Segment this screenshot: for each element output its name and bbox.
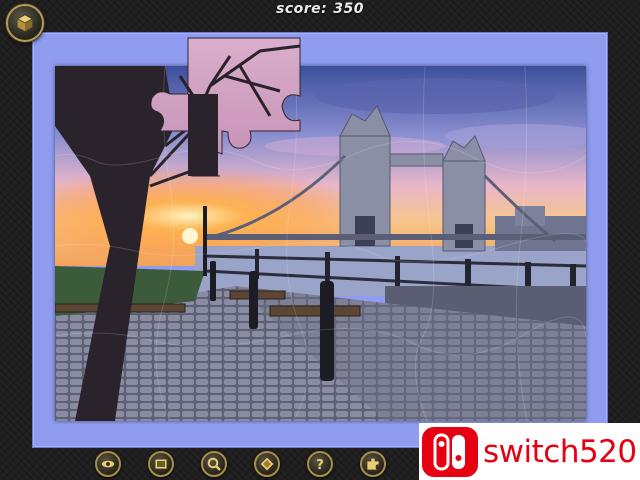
toolbar-button-puzzle-piece[interactable] [360, 451, 386, 477]
toolbar-button-help[interactable]: ? [307, 451, 333, 477]
loose-puzzle-piece[interactable] [150, 36, 310, 181]
shapes-icon [259, 456, 275, 472]
switch-logo-icon [422, 426, 478, 477]
toolbar-button-magnifier[interactable] [201, 451, 227, 477]
score-value: 350 [333, 1, 364, 17]
score-display: score: 350 [0, 1, 640, 17]
watermark-text: switch520 [483, 433, 637, 470]
picture-icon [154, 458, 168, 470]
magnifier-icon [207, 457, 221, 471]
menu-button[interactable] [6, 4, 44, 42]
puzzle-piece-icon [366, 457, 380, 471]
svg-text:?: ? [316, 458, 324, 472]
eye-icon [101, 459, 115, 469]
cube-menu-icon [16, 14, 34, 32]
top-bar: score: 350 [0, 0, 640, 24]
help-icon: ? [316, 458, 324, 472]
puzzle-image[interactable] [55, 66, 586, 421]
tower-bridge-scene [55, 66, 586, 421]
toolbar-button-eye[interactable] [95, 451, 121, 477]
score-label: score: [276, 1, 328, 17]
toolbar-button-picture[interactable] [148, 451, 174, 477]
toolbar-button-shapes[interactable] [254, 451, 280, 477]
watermark: switch520 [419, 423, 640, 480]
